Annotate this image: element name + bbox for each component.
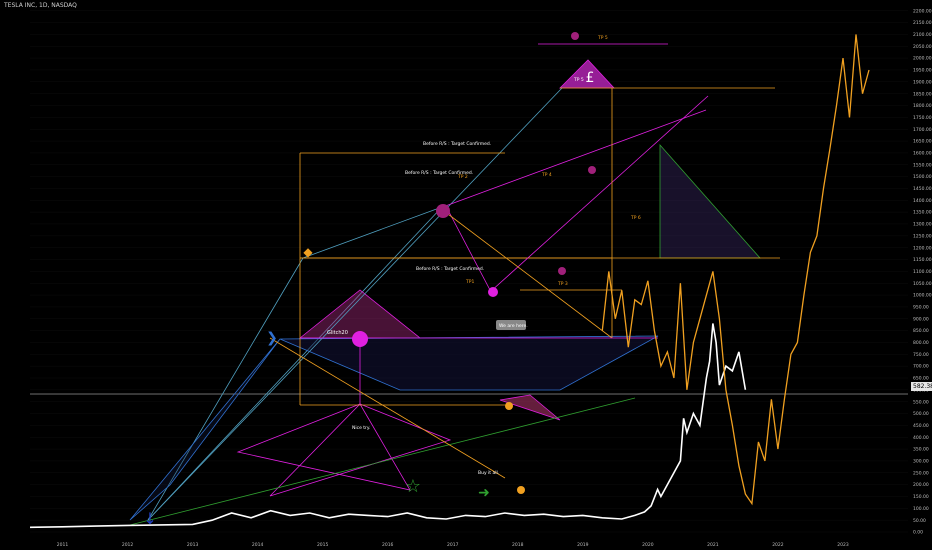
y-tick-label: 1450.00 — [913, 186, 932, 192]
y-tick-label: 800.00 — [913, 340, 929, 346]
y-tick-label: 300.00 — [913, 459, 929, 465]
star-icon: ☆ — [405, 476, 421, 497]
last-price-badge: 582.38 — [911, 382, 932, 391]
y-tick-label: 1600.00 — [913, 151, 932, 157]
y-tick-label: 1700.00 — [913, 127, 932, 133]
y-tick-label: 2100.00 — [913, 32, 932, 38]
y-tick-label: 900.00 — [913, 316, 929, 322]
x-tick-label: 2012 — [122, 542, 134, 548]
y-tick-label: 200.00 — [913, 482, 929, 488]
y-tick-label: 950.00 — [913, 305, 929, 311]
y-tick-label: 50.00 — [913, 518, 926, 524]
x-tick-label: 2014 — [252, 542, 264, 548]
y-tick-label: 2050.00 — [913, 44, 932, 50]
x-tick-label: 2023 — [837, 542, 849, 548]
question-icon — [517, 486, 525, 494]
x-tick-label: 2018 — [512, 542, 524, 548]
annotation-tp5: TP 5 — [597, 35, 608, 41]
chart-background — [0, 0, 932, 550]
annotation-tp3: TP 3 — [557, 281, 568, 287]
x-tick-label: 2017 — [447, 542, 459, 548]
y-tick-label: 1750.00 — [913, 115, 932, 121]
x-tick-label: 2022 — [772, 542, 784, 548]
y-tick-label: 1250.00 — [913, 233, 932, 239]
y-tick-label: 150.00 — [913, 494, 929, 500]
ticker-label: TESLA INC, 1D, NASDAQ — [4, 2, 77, 9]
y-tick-label: 1550.00 — [913, 162, 932, 168]
y-tick-label: 2000.00 — [913, 56, 932, 62]
y-tick-label: 1950.00 — [913, 68, 932, 74]
annotation-nice-try: Nice try. — [352, 425, 370, 431]
y-tick-label: 700.00 — [913, 364, 929, 370]
y-tick-label: 750.00 — [913, 352, 929, 358]
annotation-tp6: TP 6 — [630, 215, 641, 221]
x-tick-label: 2019 — [577, 542, 589, 548]
question-icon — [505, 402, 513, 410]
y-tick-label: 1000.00 — [913, 293, 932, 299]
x-tick-label: 2021 — [707, 542, 719, 548]
y-tick-label: 1400.00 — [913, 198, 932, 204]
x-tick-label: 2011 — [57, 542, 69, 548]
y-tick-label: 1900.00 — [913, 79, 932, 85]
magenta-dot-icon — [488, 287, 498, 297]
annotation-before-rs-top: Before R/S : Target Confirmed. — [423, 141, 491, 147]
annotation-glitch: Glitch20 — [327, 330, 348, 336]
y-tick-label: 1100.00 — [913, 269, 932, 275]
annotation-buy-it-all: Buy it all. — [478, 470, 499, 476]
y-tick-label: 500.00 — [913, 411, 929, 417]
y-tick-label: 1050.00 — [913, 281, 932, 287]
chevron-icon: ❯ — [266, 330, 278, 346]
y-tick-label: 2150.00 — [913, 20, 932, 26]
y-tick-label: 650.00 — [913, 376, 929, 382]
y-tick-label: 1350.00 — [913, 210, 932, 216]
question-icon — [588, 166, 596, 174]
y-tick-label: 1800.00 — [913, 103, 932, 109]
annotation-tp5-b: TP 5 — [573, 77, 584, 83]
x-tick-label: 2013 — [187, 542, 199, 548]
y-tick-label: 550.00 — [913, 399, 929, 405]
question-icon — [558, 267, 566, 275]
annotation-we-are-here: We are here. — [499, 323, 528, 329]
x-tick-label: 2015 — [317, 542, 329, 548]
annotation-tp2: TP 2 — [457, 174, 468, 180]
leaf-icon: ◆ — [303, 245, 313, 259]
glitch-marker-icon — [352, 331, 368, 347]
question-icon — [571, 32, 579, 40]
y-tick-label: 1200.00 — [913, 245, 932, 251]
y-tick-label: 2200.00 — [913, 8, 932, 14]
target-marker-icon — [436, 204, 450, 218]
y-tick-label: 0.00 — [913, 530, 923, 536]
arrow-icon: ➜ — [478, 485, 490, 501]
chart: £☆ ➜❯↓◆ 0.0050.00100.00150.00200.00250.00… — [0, 0, 932, 550]
y-tick-label: 850.00 — [913, 328, 929, 334]
y-tick-label: 450.00 — [913, 423, 929, 429]
y-tick-label: 1500.00 — [913, 174, 932, 180]
y-tick-label: 1150.00 — [913, 257, 932, 263]
y-tick-label: 1300.00 — [913, 222, 932, 228]
annotation-before-rs-low: Before R/S : Target Confirmed. — [416, 266, 484, 272]
annotation-tp1: TP1 — [465, 279, 474, 285]
y-tick-label: 100.00 — [913, 506, 929, 512]
annotation-tp4: TP 4 — [541, 172, 552, 178]
y-tick-label: 1650.00 — [913, 139, 932, 145]
y-tick-label: 1850.00 — [913, 91, 932, 97]
y-tick-label: 250.00 — [913, 470, 929, 476]
x-tick-label: 2016 — [382, 542, 394, 548]
pound-icon: £ — [586, 70, 595, 86]
y-tick-label: 350.00 — [913, 447, 929, 453]
x-tick-label: 2020 — [642, 542, 654, 548]
y-tick-label: 400.00 — [913, 435, 929, 441]
